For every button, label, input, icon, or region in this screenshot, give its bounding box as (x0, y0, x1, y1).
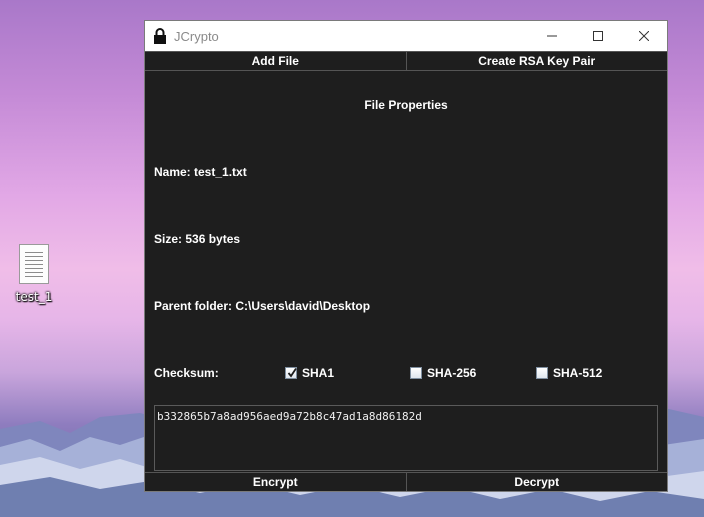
window-controls (529, 21, 667, 51)
checkmark-icon (287, 368, 297, 378)
close-icon (639, 31, 649, 41)
maximize-button[interactable] (575, 21, 621, 51)
desktop-file-label: test_1 (15, 290, 53, 304)
title-bar[interactable]: JCrypto (145, 21, 667, 51)
sha1-checkbox-box[interactable] (285, 367, 297, 379)
minimize-button[interactable] (529, 21, 575, 51)
file-properties-heading: File Properties (364, 98, 448, 112)
sha256-checkbox-box[interactable] (410, 367, 422, 379)
window-title: JCrypto (174, 28, 219, 44)
file-name-label: Name: test_1.txt (154, 165, 247, 179)
desktop-file-icon[interactable]: test_1 (10, 244, 58, 304)
file-properties-panel: File Properties Name: test_1.txt Size: 5… (145, 71, 667, 473)
sha512-label: SHA-512 (553, 366, 603, 380)
sha1-label: SHA1 (302, 366, 335, 380)
maximize-icon (593, 31, 603, 41)
minimize-icon (547, 35, 557, 37)
top-toolbar: Add File Create RSA Key Pair (145, 51, 667, 71)
desktop: test_1 JCrypto Add File Create RSA Key P… (0, 0, 704, 517)
sha256-label: SHA-256 (427, 366, 477, 380)
sha512-checkbox[interactable]: SHA-512 (536, 366, 602, 380)
checksum-label: Checksum: (154, 366, 219, 380)
sha1-checkbox[interactable]: SHA1 (285, 366, 334, 380)
sha256-checkbox[interactable]: SHA-256 (410, 366, 476, 380)
file-size-label: Size: 536 bytes (154, 232, 241, 246)
jcrypto-window: JCrypto Add File Create RSA Key Pair Fil… (144, 20, 668, 492)
decrypt-button[interactable]: Decrypt (405, 473, 667, 491)
checksum-output-field[interactable]: b332865b7a8ad956aed9a72b8c47ad1a8d86182d (154, 405, 658, 471)
close-button[interactable] (621, 21, 667, 51)
add-file-button[interactable]: Add File (145, 52, 406, 70)
parent-folder-label: Parent folder: C:\Users\david\Desktop (154, 299, 371, 313)
sha512-checkbox-box[interactable] (536, 367, 548, 379)
create-rsa-key-pair-button[interactable]: Create RSA Key Pair (405, 52, 667, 70)
lock-icon (154, 28, 166, 44)
bottom-toolbar: Encrypt Decrypt (145, 472, 667, 491)
text-file-icon (19, 244, 49, 284)
encrypt-button[interactable]: Encrypt (145, 473, 406, 491)
